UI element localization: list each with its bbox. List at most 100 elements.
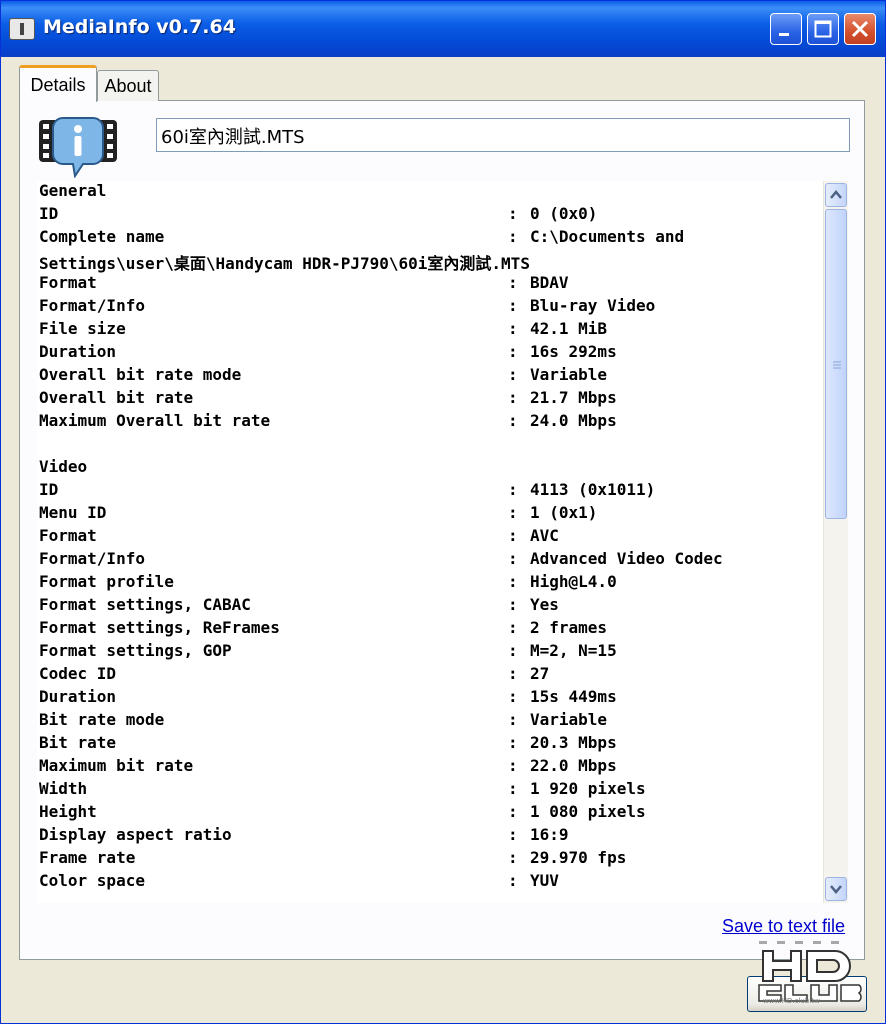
- info-label: Frame rate: [39, 848, 136, 867]
- info-label: Duration: [39, 342, 117, 361]
- title-bar[interactable]: MediaInfo v0.7.64: [1, 1, 885, 57]
- info-row: Display aspect ratio:16:9: [37, 825, 823, 848]
- minimize-button[interactable]: [770, 13, 802, 45]
- info-value: C:\Documents and: [530, 227, 685, 246]
- info-separator: :: [508, 296, 518, 315]
- mediainfo-app-icon[interactable]: [9, 18, 35, 40]
- info-separator: :: [508, 756, 518, 775]
- info-row: Overall bit rate:21.7 Mbps: [37, 388, 823, 411]
- info-label: Format: [39, 526, 97, 545]
- info-separator: :: [508, 687, 518, 706]
- info-separator: :: [508, 273, 518, 292]
- info-value: 29.970 fps: [530, 848, 627, 867]
- info-label: Menu ID: [39, 503, 107, 522]
- mediainfo-logo-icon: [39, 117, 117, 178]
- info-value: Variable: [530, 710, 608, 729]
- info-label: Display aspect ratio: [39, 825, 232, 844]
- info-value: Variable: [530, 365, 608, 384]
- info-label: Height: [39, 802, 97, 821]
- info-value: 15s 449ms: [530, 687, 617, 706]
- info-separator: :: [508, 319, 518, 338]
- info-value: 20.3 Mbps: [530, 733, 617, 752]
- info-row: Format settings, ReFrames:2 frames: [37, 618, 823, 641]
- info-label: Maximum bit rate: [39, 756, 194, 775]
- info-separator: :: [508, 204, 518, 223]
- minimize-icon: [779, 33, 789, 36]
- info-row: Format/Info: Advanced Video Codec: [37, 549, 823, 572]
- info-value: Advanced Video Codec: [530, 549, 723, 568]
- info-value: 1 (0x1): [530, 503, 598, 522]
- window-title: MediaInfo v0.7.64: [43, 16, 236, 38]
- info-separator: :: [508, 618, 518, 637]
- info-value: AVC: [530, 526, 559, 545]
- scroll-down-arrow-icon: [830, 885, 842, 894]
- info-value: 27: [530, 664, 550, 683]
- watermark-url: www.HD.club.tw: [763, 997, 821, 1005]
- tab-about[interactable]: About: [97, 70, 159, 101]
- info-row: Overall bit rate mode: Variable: [37, 365, 823, 388]
- close-icon: [851, 20, 869, 38]
- info-row: Menu ID:1 (0x1): [37, 503, 823, 526]
- info-label: Format: [39, 273, 97, 292]
- info-separator: :: [508, 365, 518, 384]
- info-row: Format settings, GOP: M=2, N=15: [37, 641, 823, 664]
- info-label: ID: [39, 480, 59, 499]
- info-separator: :: [508, 227, 518, 246]
- media-info-text[interactable]: General ID:0 (0x0) Complete name: C:\Docume…: [37, 181, 823, 903]
- info-value: 1 080 pixels: [530, 802, 646, 821]
- info-separator: :: [508, 480, 518, 499]
- info-value: 2 frames: [530, 618, 608, 637]
- info-value: 0 (0x0): [530, 204, 598, 223]
- info-separator: :: [508, 411, 518, 430]
- maximize-button[interactable]: [807, 13, 839, 45]
- info-row: Maximum Overall bit rate:24.0 Mbps: [37, 411, 823, 434]
- info-label: Width: [39, 779, 88, 798]
- info-row: Format/Info: Blu-ray Video: [37, 296, 823, 319]
- info-separator: :: [508, 503, 518, 522]
- info-label: Video: [39, 457, 88, 476]
- info-separator: :: [508, 710, 518, 729]
- info-label: Settings\user\桌面\Handycam HDR-PJ790\60i室…: [39, 254, 530, 273]
- tab-details[interactable]: Details: [19, 65, 97, 102]
- info-separator: :: [508, 388, 518, 407]
- info-label: Complete name: [39, 227, 165, 246]
- info-label: Format profile: [39, 572, 174, 591]
- info-row: Bit rate:20.3 Mbps: [37, 733, 823, 756]
- info-row: ID:0 (0x0): [37, 204, 823, 227]
- info-label: Overall bit rate mode: [39, 365, 242, 384]
- mediainfo-window: MediaInfo v0.7.64 Details About 60i室內測試.…: [0, 0, 886, 1024]
- info-label: Format/Info: [39, 296, 145, 315]
- hdclub-watermark-logo: [758, 941, 862, 1002]
- info-row: Maximum bit rate:22.0 Mbps: [37, 756, 823, 779]
- scroll-thumb[interactable]: [825, 209, 847, 519]
- close-button[interactable]: [844, 13, 876, 45]
- scroll-up-arrow-icon: [830, 190, 842, 199]
- info-value: 22.0 Mbps: [530, 756, 617, 775]
- info-value: 16s 292ms: [530, 342, 617, 361]
- info-label: Format settings, CABAC: [39, 595, 251, 614]
- info-value: 21.7 Mbps: [530, 388, 617, 407]
- info-row: Width:1 920 pixels: [37, 779, 823, 802]
- scroll-up-button[interactable]: [825, 183, 847, 207]
- info-value: High@L4.0: [530, 572, 617, 591]
- info-label: ID: [39, 204, 59, 223]
- info-value: M=2, N=15: [530, 641, 617, 660]
- info-separator: :: [508, 871, 518, 890]
- save-to-text-file-link[interactable]: Save to text file: [722, 916, 845, 937]
- info-row: [37, 434, 823, 457]
- vertical-scrollbar[interactable]: [823, 181, 848, 903]
- info-row: Bit rate mode: Variable: [37, 710, 823, 733]
- info-row: Format settings, CABAC: Yes: [37, 595, 823, 618]
- info-value: BDAV: [530, 273, 569, 292]
- info-separator: :: [508, 802, 518, 821]
- info-row: ID:4113 (0x1011): [37, 480, 823, 503]
- info-row: Duration:15s 449ms: [37, 687, 823, 710]
- info-row: Format: AVC: [37, 526, 823, 549]
- file-name-field[interactable]: 60i室內測試.MTS: [156, 118, 850, 152]
- info-separator: :: [508, 549, 518, 568]
- scroll-down-button[interactable]: [825, 877, 847, 901]
- maximize-icon: [814, 20, 832, 38]
- info-separator: :: [508, 526, 518, 545]
- info-row: Video: [37, 457, 823, 480]
- info-value: 16:9: [530, 825, 569, 844]
